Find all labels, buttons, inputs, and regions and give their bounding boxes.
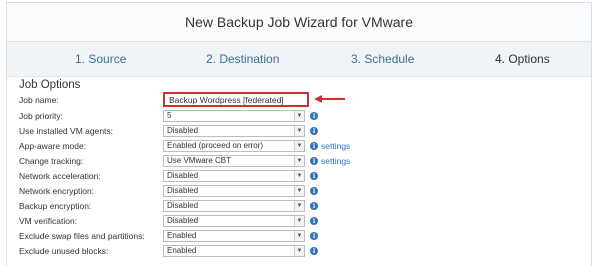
option-select-value: Enabled bbox=[167, 231, 197, 240]
info-icon[interactable]: i bbox=[310, 157, 318, 165]
info-icon[interactable]: i bbox=[310, 112, 318, 120]
wizard-steps: 1. Source 2. Destination 3. Schedule 4. … bbox=[7, 42, 591, 77]
option-label: Exclude swap files and partitions: bbox=[19, 231, 145, 241]
option-row: Exclude unused blocks: bbox=[19, 244, 164, 258]
option-row: App-aware mode: bbox=[19, 139, 164, 153]
option-row: Backup encryption: bbox=[19, 199, 164, 213]
chevron-down-icon[interactable]: ▼ bbox=[294, 186, 304, 196]
info-icon[interactable]: i bbox=[310, 127, 318, 135]
job-name-input[interactable]: Backup Wordpress [federated] bbox=[163, 92, 309, 107]
chevron-down-icon[interactable]: ▼ bbox=[294, 231, 304, 241]
chevron-down-icon[interactable]: ▼ bbox=[294, 246, 304, 256]
option-label: Exclude unused blocks: bbox=[19, 246, 109, 256]
option-select[interactable]: Enabled (proceed on error) ▼ bbox=[163, 140, 305, 152]
option-select-value: Disabled bbox=[167, 171, 199, 180]
option-select-value: Disabled bbox=[167, 186, 199, 195]
info-icon[interactable]: i bbox=[310, 217, 318, 225]
option-row: Exclude swap files and partitions: bbox=[19, 229, 164, 243]
chevron-down-icon[interactable]: ▼ bbox=[294, 156, 304, 166]
option-select-value: Use VMware CBT bbox=[167, 156, 232, 165]
info-icon[interactable]: i bbox=[310, 247, 318, 255]
option-select[interactable]: 5 ▼ bbox=[163, 110, 305, 122]
settings-link[interactable]: settings bbox=[321, 156, 350, 166]
option-select[interactable]: Enabled ▼ bbox=[163, 230, 305, 242]
chevron-down-icon[interactable]: ▼ bbox=[294, 216, 304, 226]
chevron-down-icon[interactable]: ▼ bbox=[294, 201, 304, 211]
step-source[interactable]: 1. Source bbox=[75, 52, 126, 66]
option-label: Backup encryption: bbox=[19, 201, 92, 211]
option-row: Network acceleration: bbox=[19, 169, 164, 183]
option-select[interactable]: Disabled ▼ bbox=[163, 185, 305, 197]
info-icon[interactable]: i bbox=[310, 142, 318, 150]
option-row: Change tracking: bbox=[19, 154, 164, 168]
step-schedule[interactable]: 3. Schedule bbox=[351, 52, 414, 66]
option-select-value: Disabled bbox=[167, 216, 199, 225]
option-select-value: Enabled (proceed on error) bbox=[167, 141, 264, 150]
chevron-down-icon[interactable]: ▼ bbox=[294, 126, 304, 136]
option-label: Change tracking: bbox=[19, 156, 84, 166]
settings-link[interactable]: settings bbox=[321, 141, 350, 151]
option-label: Network acceleration: bbox=[19, 171, 101, 181]
option-label: VM verification: bbox=[19, 216, 78, 226]
red-arrow-icon bbox=[314, 95, 345, 103]
chevron-down-icon[interactable]: ▼ bbox=[294, 141, 304, 151]
option-row: Network encryption: bbox=[19, 184, 164, 198]
option-label: Network encryption: bbox=[19, 186, 95, 196]
step-options[interactable]: 4. Options bbox=[495, 52, 550, 66]
option-select[interactable]: Disabled ▼ bbox=[163, 125, 305, 137]
job-name-row: Job name: bbox=[19, 93, 164, 107]
info-icon[interactable]: i bbox=[310, 202, 318, 210]
wizard-header: New Backup Job Wizard for VMware bbox=[7, 3, 591, 42]
info-icon[interactable]: i bbox=[310, 187, 318, 195]
section-title: Job Options bbox=[19, 79, 81, 91]
option-select[interactable]: Disabled ▼ bbox=[163, 215, 305, 227]
option-label: Job priority: bbox=[19, 111, 63, 121]
option-select-value: Disabled bbox=[167, 126, 199, 135]
option-select[interactable]: Use VMware CBT ▼ bbox=[163, 155, 305, 167]
option-label: App-aware mode: bbox=[19, 141, 87, 151]
option-row: VM verification: bbox=[19, 214, 164, 228]
chevron-down-icon[interactable]: ▼ bbox=[294, 111, 304, 121]
info-icon[interactable]: i bbox=[310, 232, 318, 240]
option-select[interactable]: Disabled ▼ bbox=[163, 200, 305, 212]
option-label: Use installed VM agents: bbox=[19, 126, 114, 136]
option-select-value: Disabled bbox=[167, 201, 199, 210]
option-row: Use installed VM agents: bbox=[19, 124, 164, 138]
option-row: Job priority: bbox=[19, 109, 164, 123]
option-select-value: 5 bbox=[167, 111, 172, 120]
info-icon[interactable]: i bbox=[310, 172, 318, 180]
chevron-down-icon[interactable]: ▼ bbox=[294, 171, 304, 181]
wizard-title: New Backup Job Wizard for VMware bbox=[185, 14, 413, 30]
option-select[interactable]: Disabled ▼ bbox=[163, 170, 305, 182]
job-name-label: Job name: bbox=[19, 95, 59, 105]
option-select[interactable]: Enabled ▼ bbox=[163, 245, 305, 257]
step-destination[interactable]: 2. Destination bbox=[206, 52, 279, 66]
option-select-value: Enabled bbox=[167, 246, 197, 255]
